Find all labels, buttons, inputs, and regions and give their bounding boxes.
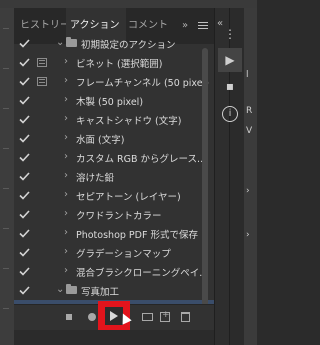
toggle-dialog-icon[interactable] (37, 248, 47, 258)
action-label: 混合ブラシクローニングペイ... (76, 268, 209, 279)
action-label: 木製 (50 pixel) (76, 97, 144, 108)
action-row[interactable]: › 溶けた鉛 (14, 167, 214, 187)
folder-icon (66, 284, 77, 294)
action-label: Photoshop PDF 形式で保存 (76, 230, 198, 241)
chevron-right-icon[interactable]: › (64, 265, 68, 276)
action-label: グラデーションマップ (76, 249, 171, 260)
action-row[interactable]: › ビネット (選択範囲) (14, 53, 214, 73)
toggle-item-checkmark-icon[interactable] (19, 210, 30, 219)
toggle-item-checkmark-icon[interactable] (19, 286, 30, 295)
toggle-dialog-icon[interactable] (37, 191, 47, 201)
document-ruler-edge (0, 8, 14, 345)
panel-edge-mark-2: R (246, 106, 253, 116)
folder-icon (66, 37, 77, 47)
info-panel-icon[interactable]: i (218, 100, 242, 124)
action-label: 溶けた鉛 (76, 173, 115, 184)
toggle-item-checkmark-icon[interactable] (19, 153, 30, 162)
action-label: フレームチャンネル (50 pixel) (76, 78, 209, 89)
chevron-right-icon[interactable]: › (64, 208, 68, 219)
toggle-item-checkmark-icon[interactable] (19, 39, 30, 48)
record-button[interactable] (88, 313, 96, 321)
action-set-row[interactable]: ⌄ 初期設定のアクション (14, 34, 214, 54)
action-label: キャストシャドウ (文字) (76, 116, 182, 127)
action-label: セピアトーン (レイヤー) (76, 192, 181, 203)
toggle-dialog-icon[interactable] (37, 115, 47, 125)
toggle-item-checkmark-icon[interactable] (19, 267, 30, 276)
chevron-down-icon[interactable]: ⌄ (56, 284, 64, 295)
panel-edge-mark-5: › (246, 230, 250, 240)
toggle-item-checkmark-icon[interactable] (19, 248, 30, 257)
toggle-item-checkmark-icon[interactable] (19, 134, 30, 143)
new-action-button[interactable] (160, 310, 170, 322)
chevron-right-icon[interactable]: › (64, 113, 68, 124)
action-row[interactable]: › 水面 (文字) (14, 129, 214, 149)
action-row[interactable]: › Photoshop PDF 形式で保存 (14, 224, 214, 244)
panel-edge-mark-3: V (246, 126, 253, 136)
toggle-item-checkmark-icon[interactable] (19, 96, 30, 105)
toggle-item-checkmark-icon[interactable] (19, 229, 30, 238)
action-label: 写真加工 (81, 287, 120, 298)
toggle-dialog-icon[interactable] (37, 58, 47, 67)
chevron-right-icon[interactable]: › (64, 56, 68, 67)
action-label: クワドラントカラー (76, 211, 162, 222)
action-row[interactable]: › セピアトーン (レイヤー) (14, 186, 214, 206)
play-icon (110, 311, 118, 321)
toggle-item-checkmark-icon[interactable] (19, 172, 30, 181)
toggle-dialog-icon[interactable] (37, 172, 47, 182)
toggle-dialog-icon[interactable] (37, 210, 47, 220)
toggle-dialog-icon[interactable] (37, 134, 47, 144)
panel-icon-actions-grip[interactable]: ⋮ (218, 22, 242, 46)
panel-menu-icon[interactable] (198, 22, 208, 31)
action-label: ビネット (選択範囲) (76, 59, 163, 70)
action-label: カスタム RGB からグレース... (76, 154, 207, 165)
toggle-dialog-icon[interactable] (37, 39, 47, 49)
actions-bottom-toolbar (14, 301, 214, 330)
toggle-item-checkmark-icon[interactable] (19, 58, 30, 67)
actions-panel: ヒストリー アクション コメント » ⌄ 初期設定のアクション › ビネット (選択範… (14, 8, 214, 330)
action-label: 水面 (文字) (76, 135, 125, 146)
action-row[interactable]: › 混合ブラシクローニングペイ... (14, 262, 214, 282)
new-set-button[interactable] (142, 313, 153, 321)
panel-edge-mark-4: › (246, 186, 250, 196)
chevron-right-icon[interactable]: › (64, 94, 68, 105)
chevron-down-icon[interactable]: ⌄ (56, 37, 64, 48)
toggle-item-checkmark-icon[interactable] (19, 115, 30, 124)
action-row[interactable]: › 木製 (50 pixel) (14, 91, 214, 111)
panel-edge-mark-1: l (246, 70, 249, 80)
chevron-right-icon[interactable]: › (64, 75, 68, 86)
action-row[interactable]: › キャストシャドウ (文字) (14, 110, 214, 130)
action-row[interactable]: › クワドラントカラー (14, 205, 214, 225)
comment-panel-icon[interactable]: ▪ (218, 74, 242, 98)
toggle-item-checkmark-icon[interactable] (19, 77, 30, 86)
action-label: 初期設定のアクション (81, 40, 176, 51)
action-set-row[interactable]: ⌄ 写真加工 (14, 281, 214, 301)
toggle-dialog-icon[interactable] (37, 229, 47, 239)
toggle-dialog-icon[interactable] (37, 153, 47, 163)
chevron-right-icon[interactable]: › (64, 227, 68, 238)
properties-panel-edge: l R V › › (244, 8, 257, 345)
toggle-dialog-icon[interactable] (37, 286, 47, 296)
app-top-edge (0, 0, 257, 8)
action-row[interactable]: › フレームチャンネル (50 pixel) (14, 72, 214, 92)
action-row[interactable]: › グラデーションマップ (14, 243, 214, 263)
chevron-right-icon[interactable]: › (64, 132, 68, 143)
toggle-dialog-icon[interactable] (37, 267, 47, 277)
actions-panel-icon[interactable]: ▶ (218, 48, 242, 72)
delete-button[interactable] (181, 312, 190, 322)
toggle-dialog-icon[interactable] (37, 77, 47, 86)
chevron-right-icon[interactable]: › (64, 170, 68, 181)
stop-button[interactable] (66, 314, 72, 320)
chevron-right-icon[interactable]: › (64, 246, 68, 257)
scrollbar[interactable] (202, 48, 208, 306)
toggle-dialog-icon[interactable] (37, 96, 47, 106)
toggle-item-checkmark-icon[interactable] (19, 191, 30, 200)
action-row[interactable]: › カスタム RGB からグレース... (14, 148, 214, 168)
chevron-right-icon[interactable]: › (64, 189, 68, 200)
chevron-right-icon[interactable]: › (64, 151, 68, 162)
